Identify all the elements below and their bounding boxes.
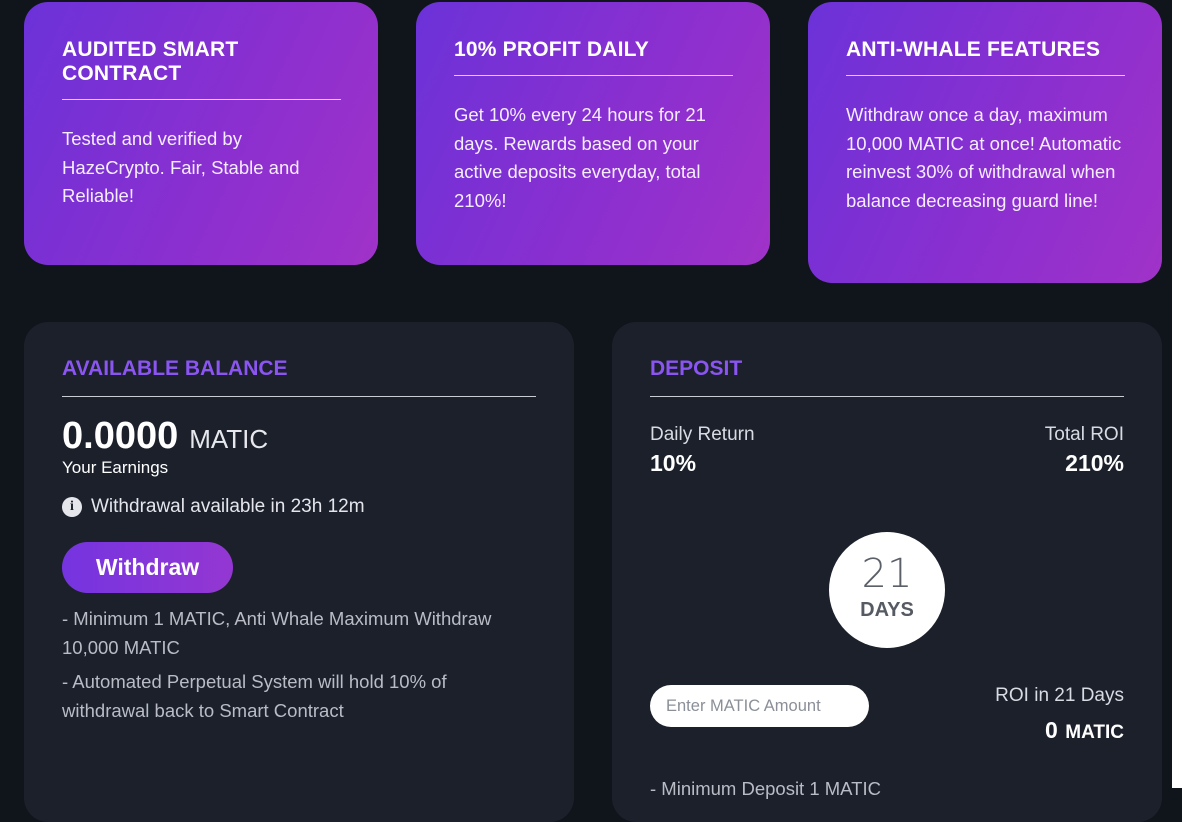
info-icon: i [62, 497, 82, 517]
roi-days-unit: MATIC [1065, 722, 1124, 743]
balance-amount: 0.0000 MATIC [62, 415, 536, 457]
deposit-panel: DEPOSIT Daily Return 10% Total ROI 210% … [612, 322, 1162, 822]
withdraw-note: - Minimum 1 MATIC, Anti Whale Maximum Wi… [62, 608, 492, 658]
daily-return-label: Daily Return [650, 424, 755, 445]
daily-return: Daily Return 10% [650, 424, 755, 477]
deposit-amount-row: ROI in 21 Days 0 MATIC [650, 685, 1124, 744]
available-balance-panel: AVAILABLE BALANCE 0.0000 MATIC Your Earn… [24, 322, 574, 822]
roi-days-value: 0 MATIC [995, 717, 1124, 744]
feature-title: 10% PROFIT DAILY [454, 38, 649, 61]
total-roi: Total ROI 210% [1045, 424, 1124, 477]
feature-divider [846, 75, 1125, 76]
feature-card-profit: 10% PROFIT DAILY Get 10% every 24 hours … [416, 2, 770, 265]
feature-text: Get 10% every 24 hours for 21 days. Rewa… [454, 104, 706, 211]
roi-projection: ROI in 21 Days 0 MATIC [995, 685, 1124, 744]
balance-divider [62, 396, 536, 397]
feature-title: AUDITED SMART CONTRACT [62, 38, 239, 85]
deposit-note: - Minimum Deposit 1 MATIC [650, 778, 881, 799]
daily-return-value: 10% [650, 450, 697, 476]
feature-card-audited: AUDITED SMART CONTRACT Tested and verifi… [24, 2, 378, 265]
feature-text: Tested and verified by HazeCrypto. Fair,… [62, 128, 300, 206]
feature-divider [62, 99, 341, 100]
feature-text: Withdraw once a day, maximum 10,000 MATI… [846, 104, 1122, 211]
matic-amount-input[interactable] [650, 685, 869, 727]
deposit-title: DEPOSIT [650, 357, 743, 380]
roi-days-amount: 0 [1045, 717, 1058, 743]
roi-summary: Daily Return 10% Total ROI 210% [650, 424, 1124, 477]
days-badge: 21 DAYS [829, 532, 945, 648]
earnings-label: Your Earnings [62, 458, 169, 477]
page-edge [1172, 0, 1182, 788]
feature-title: ANTI-WHALE FEATURES [846, 38, 1101, 61]
balance-title: AVAILABLE BALANCE [62, 357, 288, 380]
balance-unit: MATIC [189, 424, 269, 454]
days-label: DAYS [860, 599, 914, 621]
withdraw-button[interactable]: Withdraw [62, 542, 233, 593]
days-number: 21 [861, 551, 913, 597]
total-roi-value: 210% [1065, 450, 1124, 476]
feature-card-anti-whale: ANTI-WHALE FEATURES Withdraw once a day,… [808, 2, 1162, 283]
withdrawal-timer-text: Withdrawal available in 23h 12m [91, 496, 365, 517]
withdrawal-timer: i Withdrawal available in 23h 12m [62, 496, 536, 518]
roi-days-label: ROI in 21 Days [995, 685, 1124, 706]
deposit-divider [650, 396, 1124, 397]
withdraw-note: - Automated Perpetual System will hold 1… [62, 671, 447, 721]
balance-value: 0.0000 [62, 415, 179, 457]
total-roi-label: Total ROI [1044, 424, 1124, 445]
feature-divider [454, 75, 733, 76]
